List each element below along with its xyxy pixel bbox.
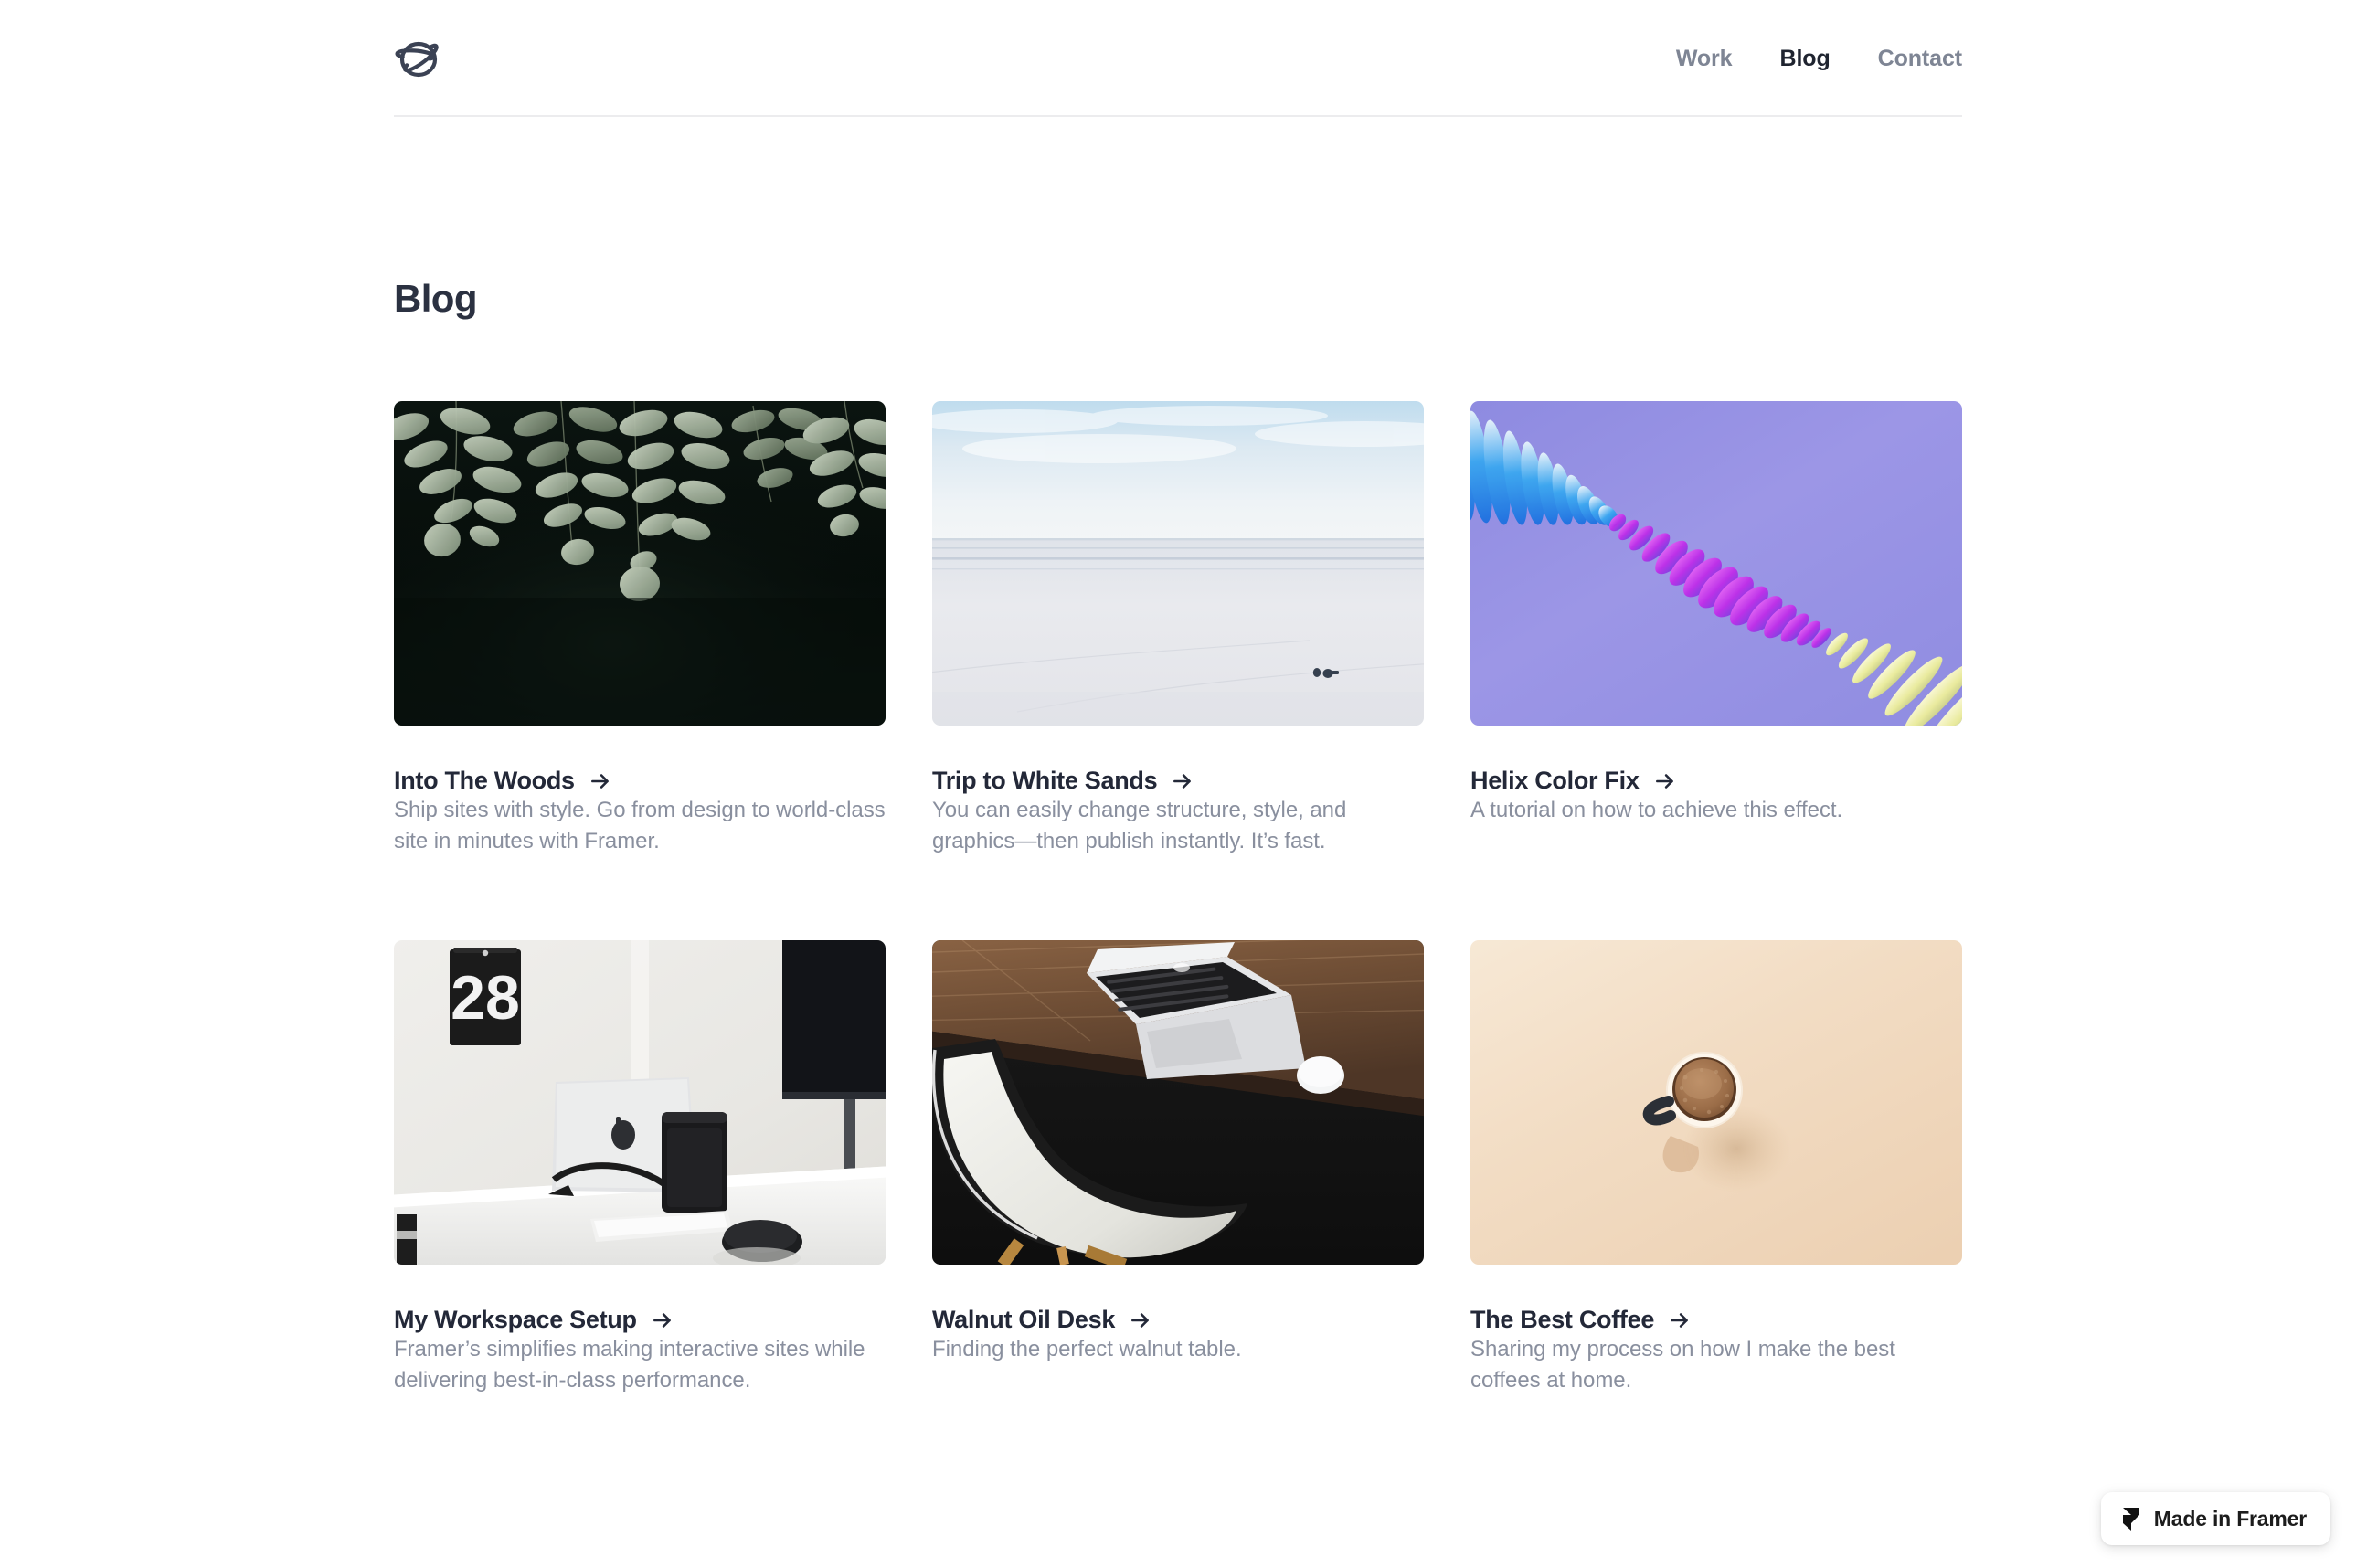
coffee-cup-beige-photo	[1470, 939, 1962, 1265]
blog-card[interactable]: The Best Coffee Sharing my process on ho…	[1470, 939, 1962, 1397]
main-nav: Work Blog Contact	[1676, 48, 1962, 70]
blog-card-title: Walnut Oil Desk	[932, 1305, 1116, 1333]
blog-card-description: Sharing my process on how I make the bes…	[1470, 1336, 1895, 1393]
blog-card[interactable]: Helix Color Fix A tutorial on how to ach…	[1470, 401, 1962, 858]
dark-green-leaves-photo	[394, 401, 886, 726]
nav-link-work[interactable]: Work	[1676, 48, 1733, 70]
blog-card-description: Framer’s simplifies making interactive s…	[394, 1336, 865, 1393]
blog-card-description: You can easily change structure, style, …	[932, 798, 1347, 854]
arrow-right-icon	[1668, 1308, 1692, 1332]
blog-card-title-row: Trip to White Sands	[932, 766, 1424, 795]
nav-link-blog[interactable]: Blog	[1779, 48, 1830, 70]
blog-card[interactable]: 28 My Workspace Setup Framer’s simplifie…	[394, 939, 886, 1397]
blog-card-description: Finding the perfect walnut table.	[932, 1336, 1242, 1361]
made-in-framer-label: Made in Framer	[2153, 1506, 2307, 1531]
arrow-right-icon	[651, 1308, 674, 1332]
blog-card-title: Helix Color Fix	[1470, 767, 1640, 794]
site-header: Work Blog Contact	[394, 0, 1962, 117]
blog-card-description: Ship sites with style. Go from design to…	[394, 798, 886, 854]
arrow-right-icon	[589, 769, 612, 793]
arrow-right-icon	[1653, 769, 1677, 793]
nav-link-contact[interactable]: Contact	[1878, 48, 1962, 70]
blog-post-grid: Into The Woods Ship sites with style. Go…	[394, 401, 1962, 1396]
planet-icon	[390, 29, 447, 86]
page-root: Work Blog Contact Blog Into The Woods Sh…	[0, 0, 2356, 1568]
blog-card-description: A tutorial on how to achieve this effect…	[1470, 798, 1843, 823]
arrow-right-icon	[1171, 769, 1194, 793]
blog-card-title-row: Walnut Oil Desk	[932, 1305, 1424, 1334]
blog-card-title: Into The Woods	[394, 767, 575, 794]
blog-card-title: My Workspace Setup	[394, 1305, 637, 1333]
blog-card-title-row: The Best Coffee	[1470, 1305, 1962, 1334]
white-sands-landscape-photo	[932, 401, 1424, 726]
purple-helix-gradient-render	[1470, 401, 1962, 726]
blog-card-title: The Best Coffee	[1470, 1305, 1655, 1333]
arrow-right-icon	[1129, 1308, 1152, 1332]
page-title: Blog	[394, 277, 478, 320]
blog-card[interactable]: Into The Woods Ship sites with style. Go…	[394, 401, 886, 858]
blog-card[interactable]: Walnut Oil Desk Finding the perfect waln…	[932, 939, 1424, 1397]
white-desk-workspace-photo: 28	[394, 939, 886, 1265]
blog-card-title-row: My Workspace Setup	[394, 1305, 886, 1334]
blog-card-title-row: Helix Color Fix	[1470, 766, 1962, 795]
svg-text:28: 28	[451, 963, 520, 1033]
made-in-framer-badge[interactable]: Made in Framer	[2100, 1492, 2330, 1545]
walnut-desk-laptop-photo	[932, 939, 1424, 1265]
logo-link[interactable]	[394, 26, 447, 86]
blog-card[interactable]: Trip to White Sands You can easily chang…	[932, 401, 1424, 858]
blog-card-title: Trip to White Sands	[932, 767, 1158, 794]
content-container: Work Blog Contact Blog Into The Woods Sh…	[394, 0, 1962, 1396]
blog-card-title-row: Into The Woods	[394, 766, 886, 795]
framer-logo-icon	[2121, 1507, 2141, 1531]
